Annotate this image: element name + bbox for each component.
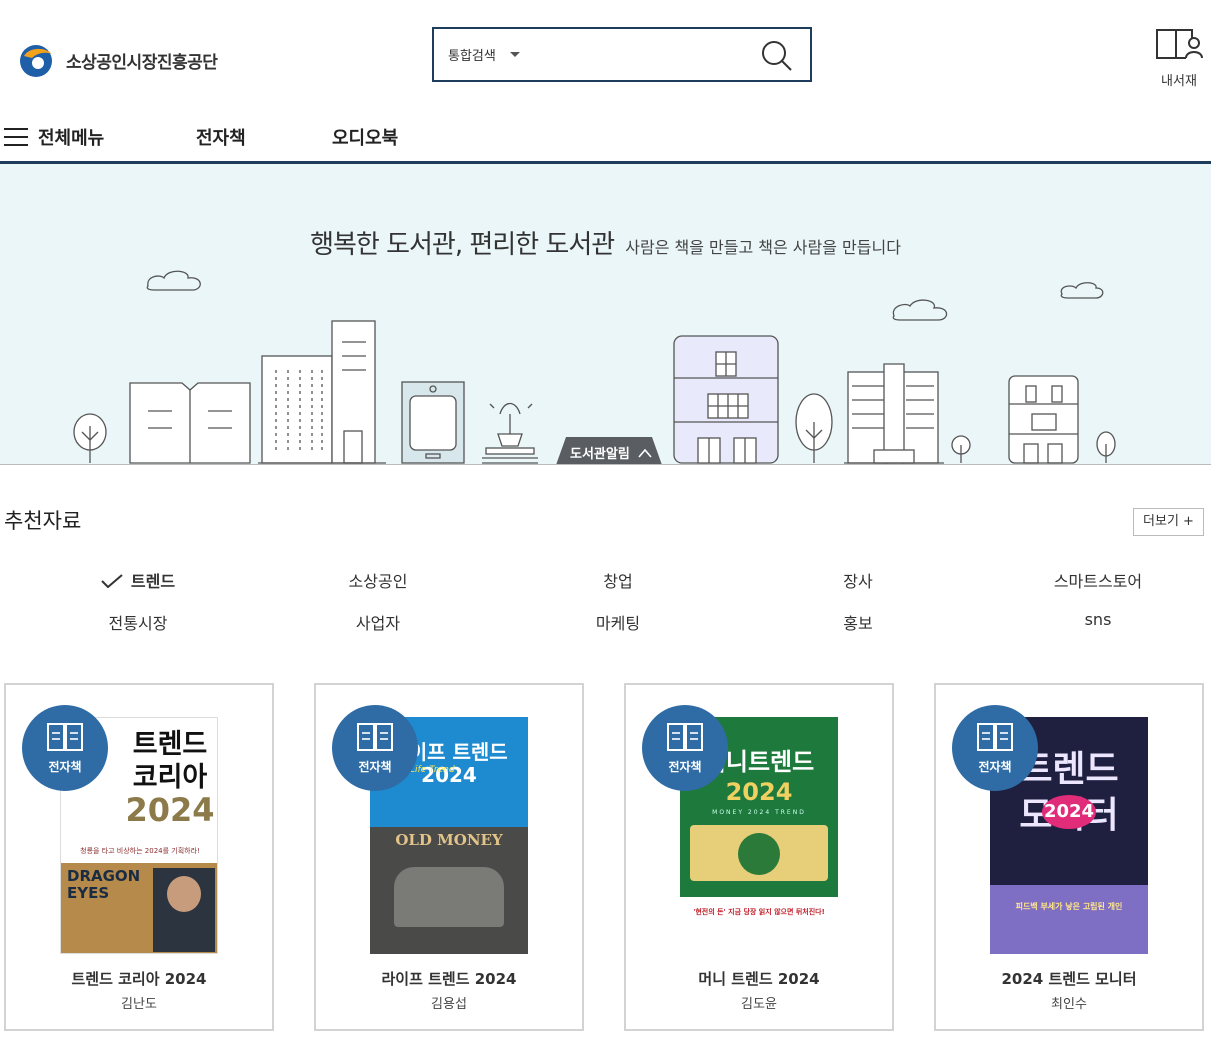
- logo-text: 소상공인시장진흥공단: [66, 52, 218, 73]
- cover-line: 트렌드: [132, 729, 208, 760]
- search-bar: 통합검색: [432, 27, 812, 82]
- book-author: 최인수: [1051, 997, 1087, 1012]
- book-user-icon: [1156, 29, 1203, 59]
- site-header: 소상공인시장진흥공단 통합검색 내서재: [0, 0, 1211, 110]
- book-title[interactable]: 2024 트렌드 모니터: [936, 968, 1202, 989]
- tab-marketing[interactable]: 마케팅: [498, 610, 738, 634]
- tab-traditional-market[interactable]: 전통시장: [18, 610, 258, 634]
- library-notice-tab[interactable]: 도서관알림: [570, 443, 652, 462]
- badge-label: 전자책: [48, 760, 82, 774]
- book-author: 김용섭: [431, 997, 467, 1012]
- book-title[interactable]: 라이프 트렌드 2024: [316, 968, 582, 989]
- search-type-select[interactable]: 통합검색: [448, 45, 520, 64]
- chevron-down-icon: [509, 52, 520, 57]
- all-menu-button[interactable]: 전체메뉴: [4, 124, 104, 150]
- ebook-badge: 전자책: [642, 705, 728, 791]
- tab-label: 트렌드: [130, 572, 176, 591]
- hamburger-icon: [4, 127, 28, 147]
- more-button[interactable]: 더보기 +: [1133, 508, 1204, 536]
- tab-trend[interactable]: 트렌드: [18, 568, 258, 592]
- tab-promotion[interactable]: 홍보: [738, 610, 978, 634]
- ebook-badge: 전자책: [22, 705, 108, 791]
- tab-small-business[interactable]: 소상공인: [258, 568, 498, 592]
- tab-sns[interactable]: sns: [978, 610, 1211, 629]
- check-icon: [101, 574, 123, 588]
- book-title[interactable]: 트렌드 코리아 2024: [6, 968, 272, 989]
- site-logo[interactable]: 소상공인시장진흥공단: [18, 42, 218, 78]
- book-icon: [357, 723, 393, 751]
- badge-label: 전자책: [358, 760, 392, 774]
- cover-tagline: 청룡을 타고 비상하는 2024를 기획하라!: [80, 847, 200, 855]
- book-card[interactable]: 트렌드 모니터 2024 피드백 부세가 낳은 고립된 개인 전자책 2024 …: [934, 683, 1204, 1031]
- ebook-badge: 전자책: [952, 705, 1038, 791]
- hero-baseline: [0, 464, 1211, 465]
- cover-year-badge: 2024: [1042, 795, 1096, 829]
- cover-bottom-text: DRAGON EYES: [67, 867, 141, 902]
- tab-business-owner[interactable]: 사업자: [258, 610, 498, 634]
- city-illustration: [73, 270, 1116, 465]
- main-navigation: 전체메뉴 전자책 오디오북: [0, 110, 1211, 162]
- nav-item-ebook[interactable]: 전자책: [196, 124, 246, 150]
- search-button[interactable]: [760, 39, 794, 73]
- nav-item-audiobook[interactable]: 오디오북: [332, 124, 398, 150]
- badge-label: 전자책: [978, 760, 1012, 774]
- cover-accent: MONEY 2024 TREND: [712, 809, 806, 816]
- book-author: 김난도: [121, 997, 157, 1012]
- cover-line: 2024: [125, 791, 215, 829]
- badge-label: 전자책: [668, 760, 702, 774]
- book-title[interactable]: 머니 트렌드 2024: [626, 968, 892, 989]
- search-icon: [762, 41, 792, 71]
- book-icon: [47, 723, 83, 751]
- search-input[interactable]: [544, 39, 744, 69]
- cover-tagline: '현전의 돈' 지금 당장 읽지 않으면 뒤처진다!: [693, 908, 825, 916]
- all-menu-label: 전체메뉴: [38, 128, 105, 149]
- cover-bottom-text: OLD MONEY: [395, 831, 503, 849]
- tab-startup[interactable]: 창업: [498, 568, 738, 592]
- book-card[interactable]: 라이프 트렌드 2024 Life Trend OLD MONEY 전자책 라이…: [314, 683, 584, 1031]
- logo-mark-icon: [18, 42, 58, 78]
- hero-banner: 행복한 도서관, 편리한 도서관 사람은 책을 만들고 책은 사람을 만듭니다: [0, 164, 1211, 465]
- my-library-label: 내서재: [1161, 74, 1197, 89]
- book-card[interactable]: 트렌드 코리아 2024 청룡을 타고 비상하는 2024를 기획하라! DRA…: [4, 683, 274, 1031]
- book-icon: [667, 723, 703, 751]
- section-title: 추천자료: [4, 509, 82, 533]
- search-type-label: 통합검색: [448, 49, 496, 64]
- library-notice-label: 도서관알림: [570, 447, 630, 462]
- book-icon: [977, 723, 1013, 751]
- chevron-up-icon: [638, 448, 652, 458]
- my-library-button[interactable]: 내서재: [1152, 26, 1206, 89]
- book-author: 김도윤: [741, 997, 777, 1012]
- book-card[interactable]: 머니트렌드 2024 MONEY 2024 TREND '현전의 돈' 지금 당…: [624, 683, 894, 1031]
- cover-tagline: 피드백 부세가 낳은 고립된 개인: [1015, 902, 1123, 911]
- tab-smartstore[interactable]: 스마트스토어: [978, 568, 1211, 592]
- tab-trade[interactable]: 장사: [738, 568, 978, 592]
- ebook-badge: 전자책: [332, 705, 418, 791]
- cover-line: 코리아: [132, 762, 208, 793]
